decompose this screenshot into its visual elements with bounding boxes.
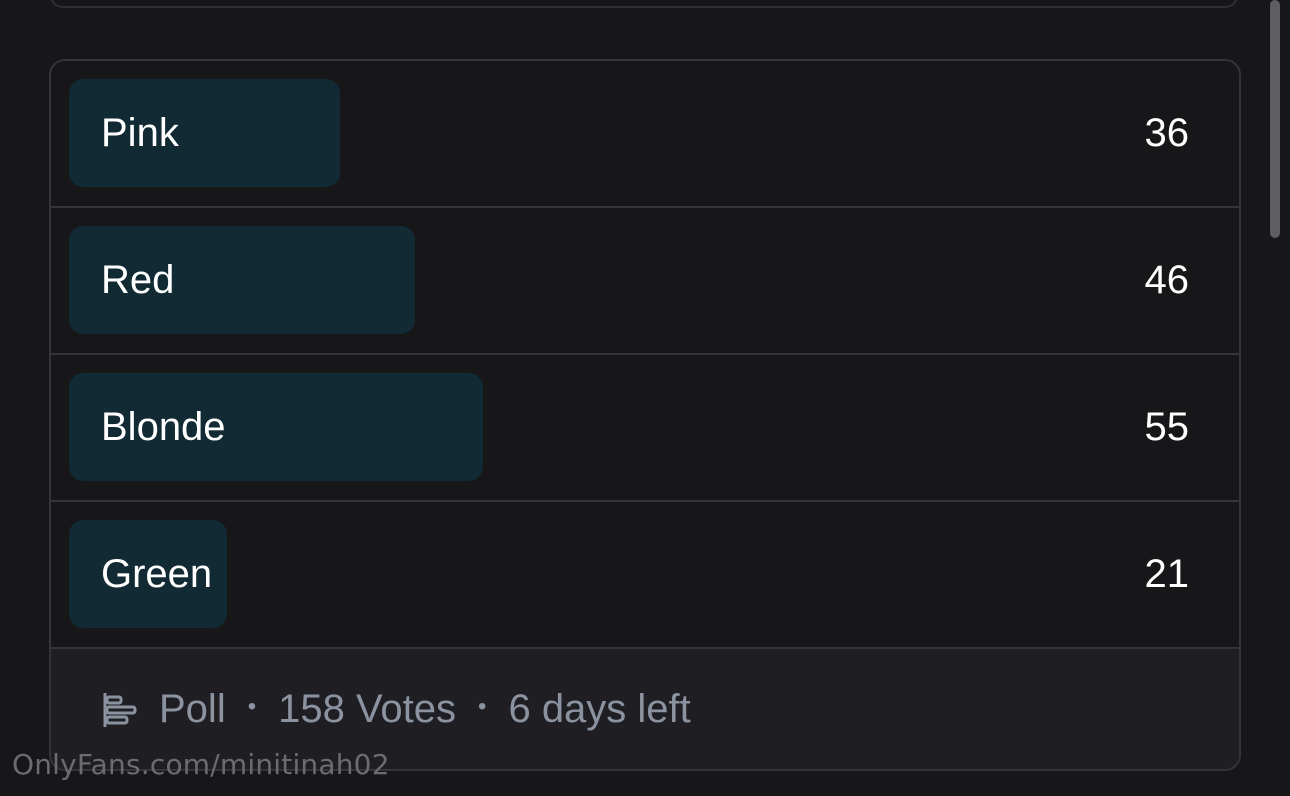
poll-option-count: 46 [1144, 258, 1190, 302]
poll-option-count: 21 [1144, 552, 1190, 596]
poll-option-count: 55 [1144, 405, 1190, 449]
separator-dot: • [247, 693, 257, 720]
previous-card [49, 0, 1239, 8]
poll-bars-icon [103, 693, 137, 727]
poll-option-label: Red [101, 258, 175, 302]
poll-type-label: Poll [159, 686, 226, 731]
poll-option-pink[interactable]: Pink 36 [51, 61, 1239, 208]
poll-option-label: Green [101, 552, 213, 596]
poll-option-red[interactable]: Red 46 [51, 208, 1239, 355]
scrollbar[interactable] [1270, 0, 1280, 238]
poll-option-green[interactable]: Green 21 [51, 502, 1239, 649]
poll-option-count: 36 [1144, 111, 1190, 155]
poll-time-left: 6 days left [508, 686, 691, 731]
poll-votes-total: 158 Votes [278, 686, 457, 731]
poll-option-label: Blonde [101, 405, 226, 449]
poll-card: Pink 36 Red 46 Blonde 55 Green 21 Poll •… [49, 59, 1241, 771]
page: Pink 36 Red 46 Blonde 55 Green 21 Poll •… [0, 0, 1290, 796]
separator-dot: • [478, 693, 487, 720]
poll-option-blonde[interactable]: Blonde 55 [51, 355, 1239, 502]
poll-option-label: Pink [101, 111, 179, 155]
watermark: OnlyFans.com/minitinah02 [12, 748, 390, 781]
